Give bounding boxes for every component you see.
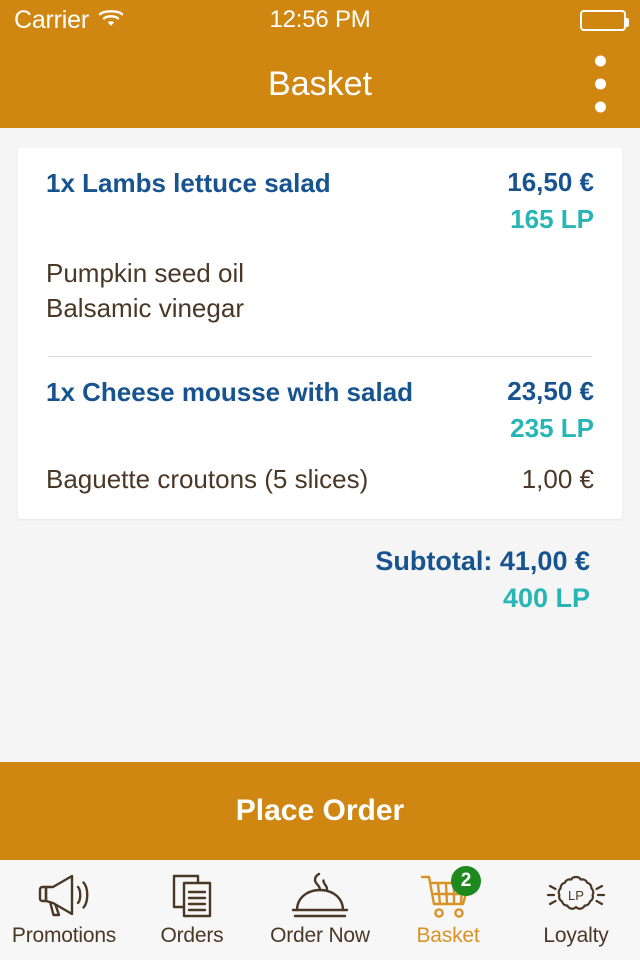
basket-item-price: 16,50 € — [507, 167, 594, 197]
subtotal-points: 400 LP — [502, 583, 590, 614]
tab-loyalty[interactable]: LP Loyalty — [512, 860, 640, 960]
basket-item-title: 1x Lambs lettuce salad — [46, 168, 331, 198]
subtotal-label: Subtotal: 41,00 € — [375, 545, 590, 576]
more-vertical-icon[interactable] — [581, 50, 620, 119]
svg-text:LP: LP — [568, 888, 584, 903]
basket-item-prices: 16,50 € 165 LP — [474, 166, 594, 238]
basket-item-points: 235 LP — [510, 412, 594, 443]
basket-item-price: 23,50 € — [507, 376, 594, 407]
basket-item-option: Baguette croutons (5 slices) 1,00 € — [46, 462, 594, 497]
status-bar: Carrier 12:56 PM — [0, 0, 640, 40]
place-order-button[interactable]: Place Order — [0, 762, 640, 860]
megaphone-icon — [34, 870, 94, 922]
basket-item[interactable]: 1x Lambs lettuce salad 16,50 € 165 LP Pu… — [18, 148, 622, 340]
page-title: Basket — [268, 64, 372, 103]
basket-item-header: 1x Cheese mousse with salad 23,50 € 235 … — [46, 375, 594, 447]
option-name: Baguette croutons (5 slices) — [46, 463, 369, 494]
tab-label: Loyalty — [543, 924, 609, 947]
cart-badge: 2 — [451, 866, 481, 896]
basket-item-header: 1x Lambs lettuce salad 16,50 € 165 LP — [46, 166, 594, 238]
basket-totals: Subtotal: 41,00 € 400 LP — [0, 545, 590, 617]
tab-label: Basket — [416, 924, 480, 947]
tab-promotions[interactable]: Promotions — [0, 860, 128, 960]
shopping-cart-icon: 2 — [419, 866, 481, 922]
basket-content: 1x Lambs lettuce salad 16,50 € 165 LP Pu… — [0, 128, 640, 762]
app-screen: Carrier 12:56 PM Basket 1x Lambs lettuce… — [0, 0, 640, 960]
wifi-icon — [98, 8, 124, 33]
tab-label: Promotions — [11, 924, 117, 947]
tab-orders[interactable]: Orders — [128, 860, 256, 960]
option-name: Balsamic vinegar — [46, 293, 244, 324]
tab-label: Orders — [160, 924, 224, 947]
loyalty-points-icon: LP — [545, 870, 607, 922]
tab-label: Order Now — [270, 924, 370, 947]
basket-item-prices: 23,50 € 235 LP — [474, 375, 594, 447]
status-bar-left: Carrier — [14, 6, 269, 35]
status-bar-right — [371, 9, 630, 31]
tab-order-now[interactable]: Order Now — [256, 860, 384, 960]
tab-basket[interactable]: 2 Basket — [384, 860, 512, 960]
tab-bar: Promotions Orders Order Now 2 Basket LP … — [0, 860, 640, 960]
carrier-label: Carrier — [14, 5, 89, 34]
option-name: Pumpkin seed oil — [46, 258, 244, 289]
basket-item-points: 165 LP — [510, 203, 594, 234]
basket-item-option: Balsamic vinegar — [46, 291, 594, 326]
battery-icon — [580, 9, 630, 31]
basket-item-option: Pumpkin seed oil — [46, 256, 594, 291]
basket-item[interactable]: 1x Cheese mousse with salad 23,50 € 235 … — [18, 357, 622, 510]
documents-icon — [168, 870, 216, 922]
basket-item-title: 1x Cheese mousse with salad — [46, 377, 414, 408]
navigation-bar: Basket — [0, 40, 640, 128]
clock-label: 12:56 PM — [269, 6, 371, 33]
basket-items-card: 1x Lambs lettuce salad 16,50 € 165 LP Pu… — [18, 148, 622, 519]
option-price: 1,00 € — [521, 463, 594, 494]
food-cloche-icon — [289, 870, 351, 922]
